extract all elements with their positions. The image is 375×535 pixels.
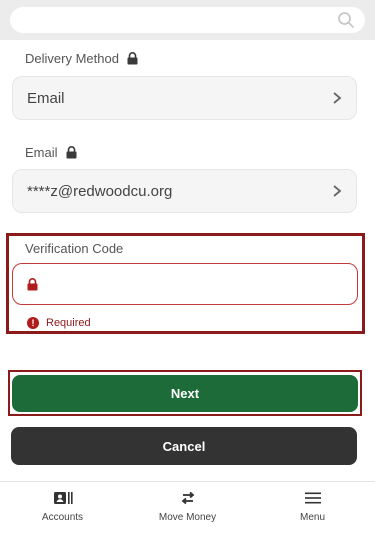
search-input[interactable] [10,7,365,33]
next-button-highlight: Next [8,370,362,416]
nav-label-move-money: Move Money [158,512,217,523]
search-icon[interactable] [337,11,355,29]
delivery-method-value: Email [27,89,65,107]
email-label-text: Email [25,145,58,160]
lock-icon [66,146,77,159]
verification-code-input[interactable] [46,264,357,304]
lock-icon [27,277,38,290]
verification-error-text: Required [46,317,91,329]
chevron-right-icon [333,92,342,104]
email-label: Email [25,145,77,160]
cancel-button[interactable]: Cancel [11,427,357,465]
bottom-nav: Accounts Move Money Menu [0,481,375,535]
delivery-method-select[interactable]: Email [12,76,357,120]
accounts-icon [53,492,73,504]
delivery-method-label: Delivery Method [25,51,138,66]
delivery-method-label-text: Delivery Method [25,51,119,66]
nav-item-accounts[interactable]: Accounts [0,482,125,535]
lock-icon [127,52,138,65]
verification-code-field[interactable] [12,263,358,305]
nav-label-menu: Menu [299,512,325,523]
email-select[interactable]: ****z@redwoodcu.org [12,169,357,213]
verification-code-section: Verification Code ! Required [6,233,365,334]
transfer-arrows-icon [181,491,194,505]
verification-code-label: Verification Code [25,241,123,256]
hamburger-menu-icon [304,492,321,504]
next-button[interactable]: Next [12,375,358,412]
nav-label-accounts: Accounts [41,512,84,523]
error-icon: ! [27,317,39,329]
top-search-bar [0,0,375,40]
chevron-right-icon [333,185,342,197]
email-value: ****z@redwoodcu.org [27,182,173,200]
nav-item-menu[interactable]: Menu [250,482,375,535]
verification-code-label-text: Verification Code [25,241,124,256]
nav-item-move-money[interactable]: Move Money [125,482,250,535]
verification-error: ! Required [27,317,91,329]
